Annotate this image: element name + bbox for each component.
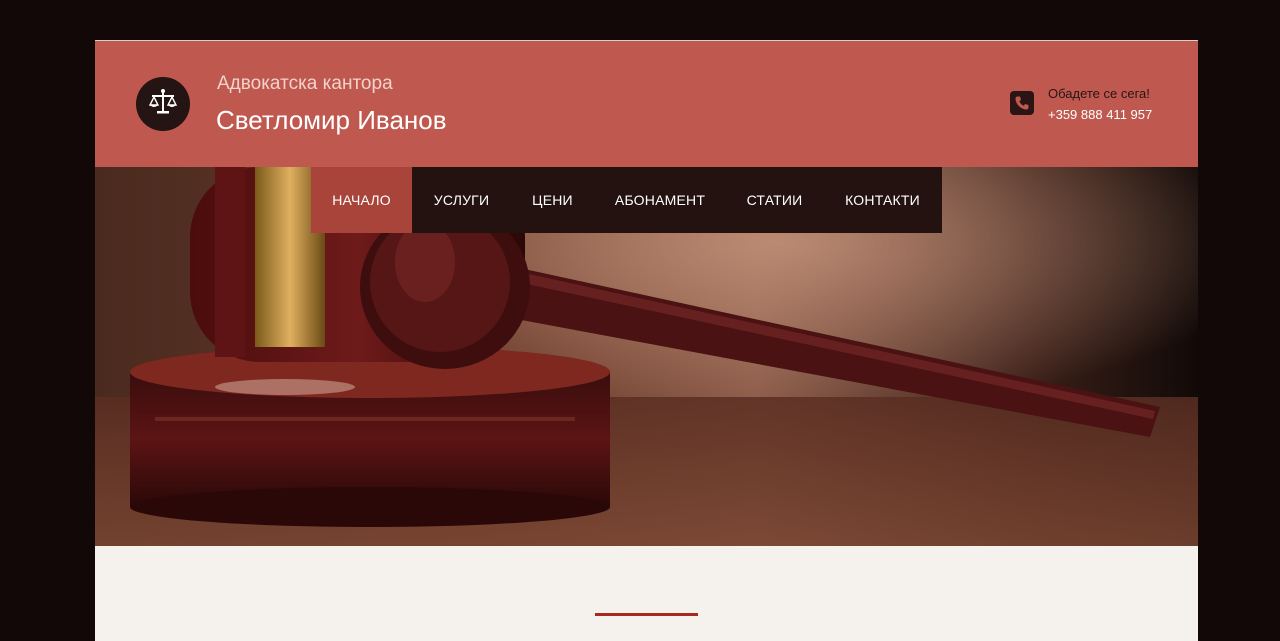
- nav-item-articles[interactable]: СТАТИИ: [726, 167, 823, 233]
- phone-number-link[interactable]: +359 888 411 957: [1048, 107, 1152, 122]
- section-divider: [595, 613, 698, 616]
- nav-item-label: ЦЕНИ: [532, 192, 573, 208]
- logo[interactable]: [136, 77, 190, 131]
- nav-item-prices[interactable]: ЦЕНИ: [511, 167, 594, 233]
- site-header: Адвокатска кантора Светломир Иванов Обад…: [95, 41, 1198, 167]
- nav-item-subscription[interactable]: АБОНАМЕНТ: [594, 167, 726, 233]
- scales-of-justice-icon: [148, 87, 178, 122]
- page-container: Адвокатска кантора Светломир Иванов Обад…: [95, 40, 1198, 641]
- nav-item-label: АБОНАМЕНТ: [614, 192, 706, 208]
- nav-item-services[interactable]: УСЛУГИ: [412, 167, 511, 233]
- nav-item-label: КОНТАКТИ: [845, 192, 920, 208]
- call-now-label: Обадете се сега!: [1048, 86, 1150, 101]
- content-section: [95, 546, 1198, 641]
- nav-item-label: СТАТИИ: [746, 192, 803, 208]
- nav-item-label: НАЧАЛО: [332, 192, 391, 208]
- brand-subtitle: Адвокатска кантора: [217, 73, 393, 94]
- phone-icon: [1010, 91, 1034, 115]
- brand-name[interactable]: Светломир Иванов: [216, 105, 447, 136]
- nav-item-home[interactable]: НАЧАЛО: [311, 167, 412, 233]
- main-navigation: НАЧАЛО УСЛУГИ ЦЕНИ АБОНАМЕНТ СТАТИИ КОНТ…: [311, 167, 942, 233]
- nav-item-label: УСЛУГИ: [433, 192, 490, 208]
- nav-item-contacts[interactable]: КОНТАКТИ: [823, 167, 942, 233]
